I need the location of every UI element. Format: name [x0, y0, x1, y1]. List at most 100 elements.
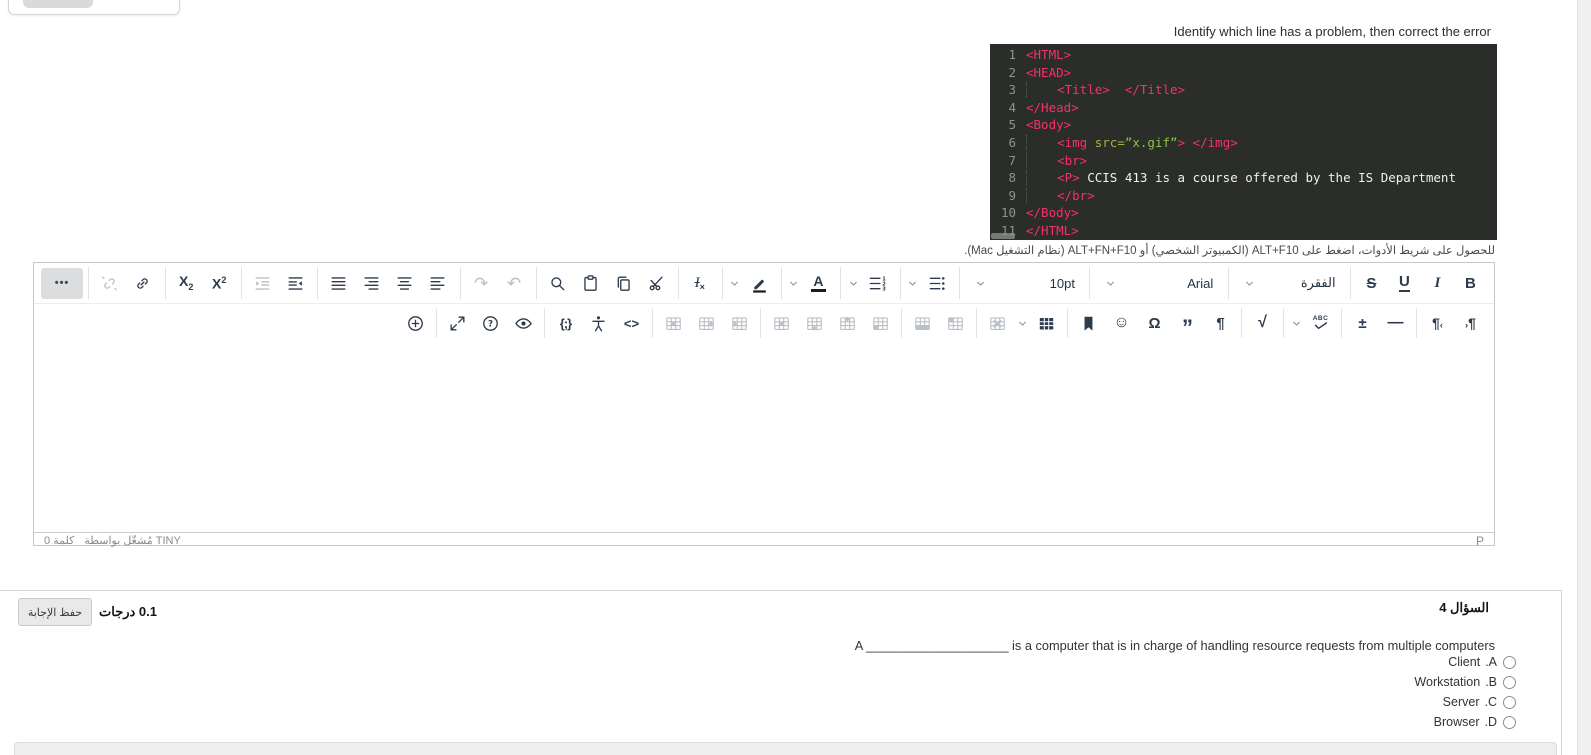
align-center-button[interactable]: [388, 268, 421, 299]
find-replace-button[interactable]: [541, 268, 574, 299]
insert-link-button[interactable]: [126, 268, 159, 299]
insert-table-menu-button[interactable]: [1014, 308, 1030, 339]
chevron-down-icon: [846, 276, 861, 291]
numlist-icon: 123: [868, 274, 887, 293]
answer-radio[interactable]: [1503, 675, 1516, 689]
cell-properties-button[interactable]: [864, 308, 897, 339]
line-number: 9: [1008, 187, 1016, 203]
text-color-menu-button[interactable]: [786, 268, 802, 299]
clear-formatting-button[interactable]: I×: [683, 268, 716, 299]
add-content-button[interactable]: [399, 308, 432, 339]
toolbar-access-hint: للحصول على شريط الأدوات، اضغط على ALT+F1…: [964, 245, 1495, 257]
delete-row-button[interactable]: [765, 308, 798, 339]
insert-row-below-button[interactable]: [798, 308, 831, 339]
horizontal-rule-button[interactable]: —: [1379, 308, 1412, 339]
emoticons-button[interactable]: ☺: [1105, 308, 1138, 339]
code-text: </Body>: [1026, 205, 1079, 221]
preview-button[interactable]: [507, 308, 540, 339]
font-family-select[interactable]: Arial: [1094, 268, 1222, 299]
paragraph-mark-button[interactable]: ¶: [1204, 308, 1237, 339]
strikethrough-button[interactable]: S: [1355, 268, 1388, 299]
indent-button[interactable]: [279, 268, 312, 299]
copy-icon: [614, 274, 633, 293]
editor-content-area[interactable]: [34, 342, 1494, 532]
code-sample-button[interactable]: {;}: [549, 308, 582, 339]
more-options-button[interactable]: •••: [41, 267, 83, 299]
chevron-down-icon: [1289, 316, 1304, 331]
accessibility-checker-button[interactable]: [582, 308, 615, 339]
help-icon: ?: [481, 314, 500, 333]
answer-radio[interactable]: [1503, 655, 1516, 669]
tbl-row-del-icon: [772, 314, 791, 333]
split-cell-button[interactable]: [939, 308, 972, 339]
cut-button[interactable]: [640, 268, 673, 299]
bullet-list-button[interactable]: [921, 268, 954, 299]
fullscreen-button[interactable]: [441, 308, 474, 339]
help-button[interactable]: ?: [474, 308, 507, 339]
spellcheck-menu-button[interactable]: [1288, 308, 1304, 339]
option-letter: .B: [1485, 675, 1497, 689]
spellcheck-button[interactable]: ABC: [1304, 308, 1337, 339]
previous-card-button[interactable]: [23, 0, 93, 8]
outdent-button[interactable]: [246, 268, 279, 299]
tbl-row-below-icon: [805, 314, 824, 333]
code-text: <HEAD>: [1026, 64, 1072, 80]
rtl-paragraph-button[interactable]: ›¶: [1454, 308, 1487, 339]
unlink-button[interactable]: [93, 268, 126, 299]
superscript-button[interactable]: X2: [203, 268, 236, 299]
italic-button[interactable]: I: [1421, 268, 1454, 299]
subscript-button[interactable]: X2: [170, 268, 203, 299]
page-scrollbar[interactable]: [1577, 0, 1591, 755]
insert-column-before-button[interactable]: [723, 308, 756, 339]
align-right-button[interactable]: [355, 268, 388, 299]
math-editor-button[interactable]: √: [1246, 308, 1279, 339]
tbl-delete-icon: [988, 314, 1007, 333]
bullet-list-menu-button[interactable]: [905, 268, 921, 299]
merge-cells-button[interactable]: [906, 308, 939, 339]
element-path[interactable]: P: [1476, 534, 1484, 548]
numbered-list-menu-button[interactable]: [845, 268, 861, 299]
code-line: 8 <P> CCIS 413 is a course offered by th…: [990, 169, 1497, 187]
insert-row-above-button[interactable]: [831, 308, 864, 339]
blockquote-button[interactable]: ”: [1171, 308, 1204, 339]
bold-button[interactable]: B: [1454, 268, 1487, 299]
anchor-button[interactable]: [1072, 308, 1105, 339]
redo-button[interactable]: ↷: [465, 268, 498, 299]
toolbar-group: [88, 267, 163, 299]
background-color-menu-button[interactable]: [727, 268, 743, 299]
insert-table-button[interactable]: [1030, 308, 1063, 339]
line-number: 3: [1008, 82, 1016, 98]
source-code-button[interactable]: <>: [615, 308, 648, 339]
code-line: 4 </Head>: [990, 99, 1497, 117]
paragraph-format-select[interactable]: الفقرة: [1233, 268, 1345, 299]
delete-table-button[interactable]: [981, 308, 1014, 339]
code-text: <HTML>: [1026, 47, 1072, 62]
save-answer-button[interactable]: حفظ الإجابة: [18, 598, 92, 626]
nonbreaking-space-button[interactable]: ±: [1346, 308, 1379, 339]
text-color-button[interactable]: A: [802, 268, 835, 299]
toolbar-group: ?: [436, 307, 544, 339]
code-line: 9 </br>: [990, 187, 1497, 205]
paragraph-format-select-value: الفقرة: [1300, 275, 1336, 290]
numbered-list-button[interactable]: 123: [861, 268, 894, 299]
code-snippet: 1 <HTML> 2 <HEAD> 3 <Title> </Title> 4 </Head>…: [990, 44, 1497, 240]
code-scrollbar-thumb[interactable]: [991, 233, 1015, 239]
copy-button[interactable]: [607, 268, 640, 299]
special-character-button[interactable]: Ω: [1138, 308, 1171, 339]
delete-column-button[interactable]: [657, 308, 690, 339]
ltr-paragraph-button[interactable]: ¶‹: [1421, 308, 1454, 339]
removeformat-icon: I×: [694, 275, 705, 292]
powered-by-tiny[interactable]: مُشغّل بواسطة TINY: [84, 534, 180, 547]
font-size-select[interactable]: 10pt: [964, 268, 1084, 299]
align-justify-button[interactable]: [322, 268, 355, 299]
undo-button[interactable]: ↶: [498, 268, 531, 299]
subscript-icon: X2: [178, 273, 194, 292]
answer-radio[interactable]: [1503, 715, 1516, 729]
align-left-button[interactable]: [421, 268, 454, 299]
paste-button[interactable]: [574, 268, 607, 299]
underline-button[interactable]: U: [1388, 268, 1421, 299]
background-color-button[interactable]: [743, 268, 776, 299]
question-instruction: Identify which line has a problem, then …: [1173, 24, 1491, 39]
insert-column-after-button[interactable]: [690, 308, 723, 339]
answer-radio[interactable]: [1503, 695, 1516, 709]
